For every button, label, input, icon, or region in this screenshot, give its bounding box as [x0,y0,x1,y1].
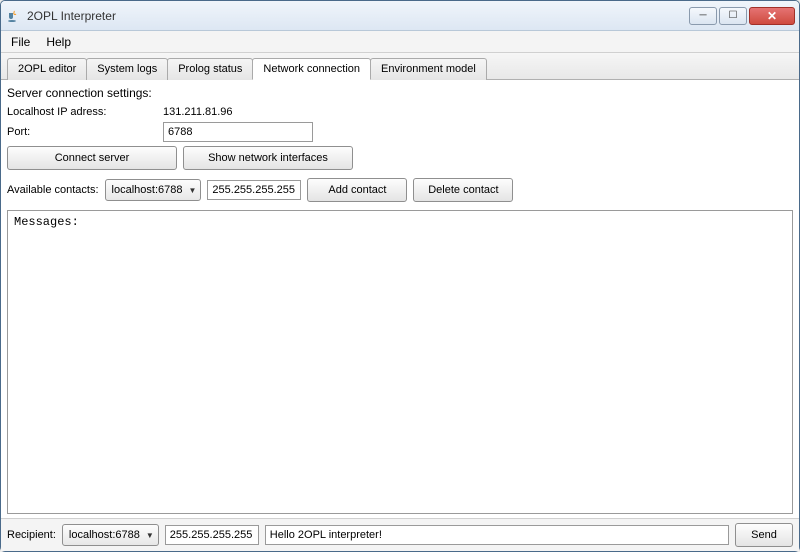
row-contacts: Available contacts: localhost:6788 ▼ Add… [7,178,793,202]
message-input[interactable] [265,525,729,545]
chevron-down-icon: ▼ [188,186,196,195]
row-port: Port: [7,122,793,142]
recipient-label: Recipient: [7,529,56,541]
row-buttons: Connect server Show network interfaces [7,146,793,170]
chevron-down-icon: ▼ [146,531,154,540]
messages-area[interactable]: Messages: [7,210,793,514]
show-interfaces-button[interactable]: Show network interfaces [183,146,353,170]
recipient-selected: localhost:6788 [69,529,140,541]
titlebar[interactable]: 2OPL Interpreter ─ ☐ ✕ [1,1,799,31]
recipient-mask-input[interactable] [165,525,259,545]
section-title: Server connection settings: [7,86,793,100]
port-label: Port: [7,126,157,138]
connect-server-button[interactable]: Connect server [7,146,177,170]
tab-prolog-status[interactable]: Prolog status [167,58,253,80]
tab-network-connection[interactable]: Network connection [252,58,371,80]
contact-mask-input[interactable] [207,180,301,200]
add-contact-button[interactable]: Add contact [307,178,407,202]
window-title: 2OPL Interpreter [27,9,689,23]
menubar: File Help [1,31,799,53]
minimize-button[interactable]: ─ [689,7,717,25]
row-ip: Localhost IP adress: 131.211.81.96 [7,106,793,118]
available-contacts-label: Available contacts: [7,184,99,196]
tab-content: Server connection settings: Localhost IP… [1,80,799,518]
tab-system-logs[interactable]: System logs [86,58,168,80]
menu-help[interactable]: Help [42,33,75,51]
delete-contact-button[interactable]: Delete contact [413,178,513,202]
contacts-selected: localhost:6788 [112,184,183,196]
window-controls: ─ ☐ ✕ [689,7,795,25]
tabs: 2OPL editor System logs Prolog status Ne… [1,53,799,80]
send-button[interactable]: Send [735,523,793,547]
tab-environment-model[interactable]: Environment model [370,58,487,80]
contacts-dropdown[interactable]: localhost:6788 ▼ [105,179,202,201]
tab-2opl-editor[interactable]: 2OPL editor [7,58,87,80]
menu-file[interactable]: File [7,33,34,51]
footer: Recipient: localhost:6788 ▼ Send [1,518,799,551]
ip-value: 131.211.81.96 [163,106,313,118]
ip-label: Localhost IP adress: [7,106,157,118]
messages-header: Messages: [14,215,79,229]
close-button[interactable]: ✕ [749,7,795,25]
app-window: 2OPL Interpreter ─ ☐ ✕ File Help 2OPL ed… [0,0,800,552]
maximize-button[interactable]: ☐ [719,7,747,25]
recipient-dropdown[interactable]: localhost:6788 ▼ [62,524,159,546]
port-input[interactable] [163,122,313,142]
java-icon [5,8,21,24]
